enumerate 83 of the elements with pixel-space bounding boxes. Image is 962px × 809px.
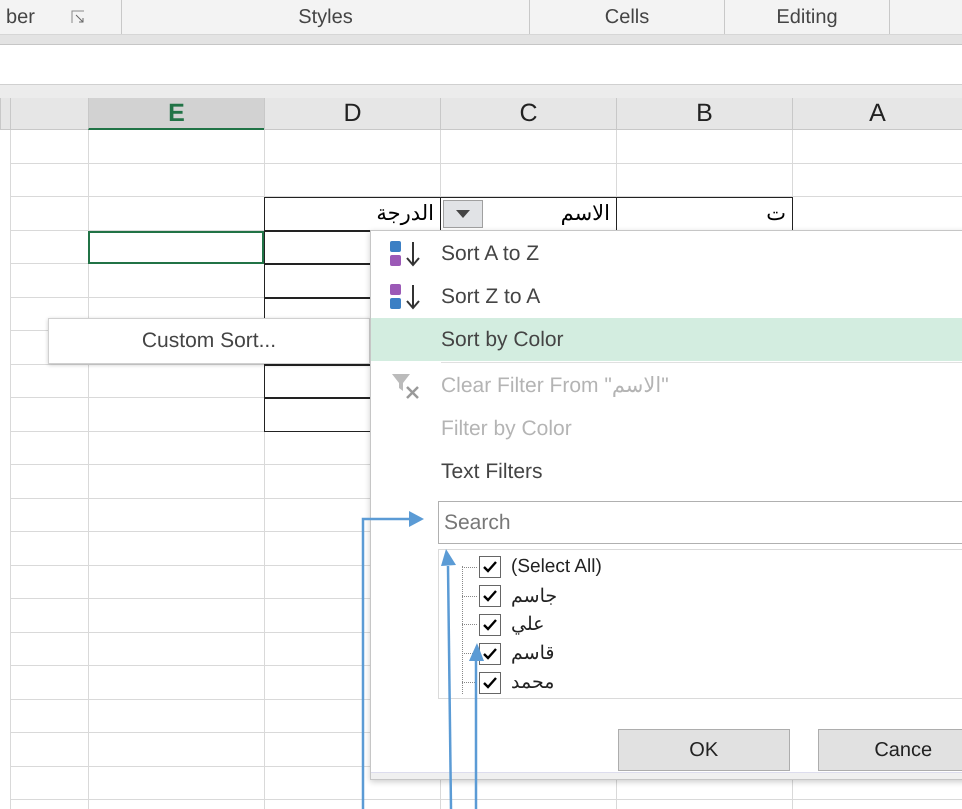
grid-cell[interactable] xyxy=(10,532,88,566)
value-label: قاسم xyxy=(511,642,554,666)
grid-cell[interactable] xyxy=(88,532,264,566)
grid-cell[interactable] xyxy=(10,566,88,599)
menu-item[interactable]: Text Filters xyxy=(371,450,962,493)
column-header[interactable]: B xyxy=(616,98,792,130)
grid-cell[interactable] xyxy=(10,733,88,766)
header-text: الدرجة xyxy=(376,201,434,226)
header-text: الاسم xyxy=(560,201,610,226)
grid-cell[interactable] xyxy=(440,130,616,164)
grid-cell[interactable] xyxy=(10,700,88,733)
grid-cell[interactable] xyxy=(88,632,264,666)
grid-cell[interactable] xyxy=(88,599,264,632)
filter-dropdown-button[interactable] xyxy=(443,200,483,228)
grid-cell[interactable] xyxy=(10,632,88,666)
dialog-launcher-icon[interactable] xyxy=(70,10,85,24)
grid-cell[interactable] xyxy=(440,164,616,197)
checkbox[interactable] xyxy=(479,556,501,578)
grid-cell[interactable] xyxy=(88,733,264,766)
custom-sort-menu[interactable]: Custom Sort... xyxy=(48,318,370,364)
ribbon-group-label: ber xyxy=(6,6,35,28)
clear-filter-icon xyxy=(391,372,421,398)
grid-cell[interactable] xyxy=(88,566,264,599)
grid-cell[interactable] xyxy=(10,130,88,164)
grid-cell[interactable] xyxy=(10,230,88,264)
grid-cell[interactable] xyxy=(88,465,264,498)
menu-item[interactable]: Sort A to Z xyxy=(371,232,962,275)
menu-item[interactable]: Sort by Color xyxy=(371,318,962,361)
grid-cell[interactable] xyxy=(10,264,88,298)
grid-cell[interactable] xyxy=(10,766,88,800)
column-header[interactable]: A xyxy=(792,98,962,130)
menu-item[interactable]: Sort Z to A xyxy=(371,275,962,318)
value-label: علي xyxy=(511,613,544,636)
active-cell[interactable] xyxy=(88,230,264,264)
header-text: ت xyxy=(766,201,786,226)
column-header-stub[interactable] xyxy=(10,98,88,130)
checkbox[interactable] xyxy=(479,614,501,636)
checkmark-icon xyxy=(483,648,497,660)
grid-cell[interactable] xyxy=(616,130,792,164)
grid-cell[interactable] xyxy=(88,766,264,800)
dialog-button[interactable]: OK xyxy=(618,729,790,771)
grid-cell[interactable] xyxy=(264,130,440,164)
grid-cell[interactable] xyxy=(88,164,264,197)
grid-cell[interactable] xyxy=(10,465,88,498)
grid-cell[interactable] xyxy=(88,498,264,532)
header-gutter xyxy=(0,98,10,130)
grid-cell[interactable] xyxy=(10,398,88,432)
checkmark-icon xyxy=(483,676,497,689)
checkbox[interactable] xyxy=(479,642,501,665)
grid-cell[interactable] xyxy=(88,398,264,432)
grid-cell[interactable] xyxy=(616,164,792,197)
checkbox[interactable] xyxy=(479,585,501,608)
value-label: جاسم xyxy=(511,584,558,608)
column-header[interactable]: D xyxy=(264,98,440,130)
grid-cell[interactable] xyxy=(88,130,264,164)
search-field[interactable]: Search xyxy=(438,501,962,544)
grid-cell[interactable] xyxy=(10,666,88,700)
dialog-button[interactable]: Cance xyxy=(818,729,962,771)
column-header[interactable]: C xyxy=(440,98,616,130)
grid-cell[interactable] xyxy=(88,700,264,733)
grid-cell[interactable] xyxy=(10,498,88,532)
grid-cell[interactable] xyxy=(88,264,264,298)
checkbox[interactable] xyxy=(479,672,501,694)
grid-cell[interactable] xyxy=(10,599,88,632)
ribbon-group-label: Editing xyxy=(776,6,838,28)
grid-cell[interactable] xyxy=(792,130,962,164)
grid-cell[interactable] xyxy=(88,432,264,465)
grid-cell[interactable] xyxy=(792,164,962,197)
grid-cell[interactable] xyxy=(10,432,88,465)
value-label: (Select All) xyxy=(511,556,602,578)
caret-icon xyxy=(456,210,470,218)
grid-cell[interactable] xyxy=(88,666,264,700)
grid-cell[interactable] xyxy=(10,197,88,230)
checkmark-icon xyxy=(483,618,497,631)
checkmark-icon xyxy=(483,590,497,602)
grid-cell[interactable] xyxy=(264,164,440,197)
ribbon-group-label: Styles xyxy=(298,6,353,28)
grid-cell[interactable] xyxy=(10,164,88,197)
checkmark-icon xyxy=(483,561,497,574)
grid-cell[interactable] xyxy=(88,197,264,230)
value-label: محمد xyxy=(511,671,554,694)
column-header[interactable]: E xyxy=(88,98,264,130)
ribbon-group-label: Cells xyxy=(604,6,650,28)
